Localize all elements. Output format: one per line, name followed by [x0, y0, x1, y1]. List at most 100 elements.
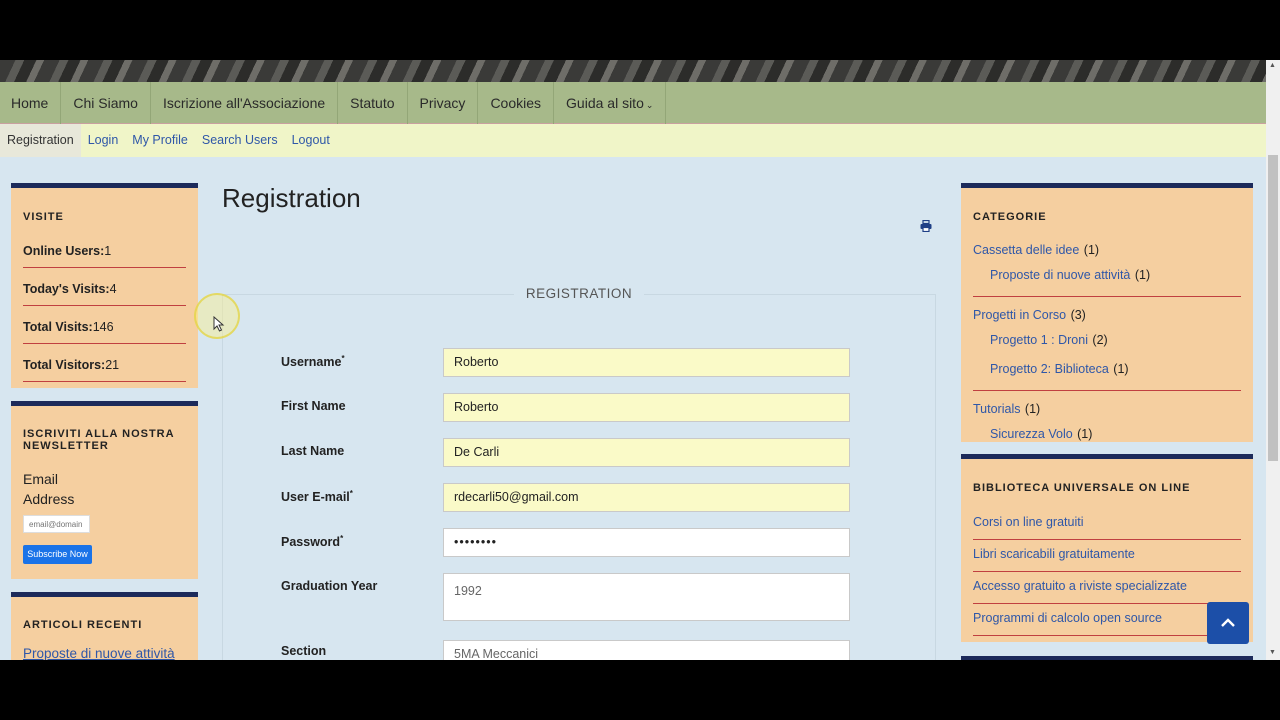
- firstname-field[interactable]: Roberto: [443, 393, 850, 422]
- newsletter-email-label: Email Address: [23, 469, 186, 509]
- category-count: (1): [1134, 268, 1151, 282]
- category-count: (3): [1070, 308, 1086, 322]
- page-viewport: Home Chi Siamo Iscrizione all'Associazio…: [0, 60, 1280, 660]
- gradyear-field[interactable]: 1992: [443, 573, 850, 621]
- nav-statuto[interactable]: Statuto: [338, 82, 408, 124]
- library-link[interactable]: Accesso gratuito a riviste specializzate: [973, 572, 1241, 604]
- library-list: Corsi on line gratuiti Libri scaricabili…: [973, 508, 1241, 636]
- nav-iscrizione[interactable]: Iscrizione all'Associazione: [151, 82, 339, 124]
- scrollbar-thumb[interactable]: [1268, 155, 1278, 461]
- category-item[interactable]: Sicurezza Volo (1): [973, 425, 1241, 456]
- gradyear-label: Graduation Year: [281, 579, 378, 593]
- username-label-text: Username: [281, 355, 342, 370]
- main-navigation: Home Chi Siamo Iscrizione all'Associazio…: [0, 82, 1266, 124]
- category-item[interactable]: Progetti in Corso (3): [973, 297, 1241, 331]
- visits-module: VISITE Online Users:1 Today's Visits:4 T…: [11, 183, 198, 388]
- legend-text: REGISTRATION: [513, 286, 645, 301]
- email-field[interactable]: rdecarli50@gmail.com: [443, 483, 850, 512]
- scroll-down-icon[interactable]: ▼: [1269, 649, 1276, 656]
- library-title: BIBLIOTECA UNIVERSALE ON LINE: [973, 482, 1191, 494]
- stat-total-visitors: Total Visitors:21: [23, 344, 186, 382]
- stat-online-users: Online Users:1: [23, 235, 186, 268]
- required-mark: *: [341, 354, 345, 363]
- password-label: Password*: [281, 534, 343, 549]
- category-item[interactable]: Tutorials (1): [973, 391, 1241, 425]
- nav-home[interactable]: Home: [0, 82, 62, 124]
- print-icon[interactable]: [920, 220, 932, 232]
- subnav-my-profile[interactable]: My Profile: [125, 124, 195, 157]
- library-link[interactable]: Libri scaricabili gratuitamente: [973, 540, 1241, 572]
- stat-label: Online Users:: [23, 244, 105, 258]
- newsletter-module: ISCRIVITI ALLA NOSTRA NEWSLETTER Email A…: [11, 401, 198, 579]
- subnav-login[interactable]: Login: [81, 124, 126, 157]
- nav-guida[interactable]: Guida al sito ⌄: [554, 82, 667, 124]
- back-to-top-button[interactable]: [1207, 602, 1249, 644]
- category-item[interactable]: Progetto 1 : Droni (2): [973, 331, 1241, 360]
- library-link[interactable]: Programmi di calcolo open source: [973, 604, 1241, 636]
- library-link[interactable]: Corsi on line gratuiti: [973, 508, 1241, 540]
- email-label-line1: Email: [23, 471, 59, 487]
- nav-privacy[interactable]: Privacy: [408, 82, 479, 124]
- section-label: Section: [281, 644, 327, 658]
- categories-title: CATEGORIE: [973, 211, 1047, 223]
- visits-title: VISITE: [23, 211, 64, 223]
- category-count: (1): [1024, 402, 1041, 416]
- stat-value: 146: [92, 320, 114, 334]
- category-link[interactable]: Sicurezza Volo: [990, 427, 1073, 441]
- lastname-label: Last Name: [281, 444, 345, 458]
- stat-label: Today's Visits:: [23, 282, 110, 296]
- stat-value: 4: [109, 282, 117, 296]
- category-item[interactable]: Progetto 2: Biblioteca (1): [973, 360, 1241, 391]
- username-label: Username*: [281, 354, 345, 369]
- category-link[interactable]: Proposte di nuove attività: [990, 268, 1130, 282]
- header-banner-image: [0, 60, 1266, 82]
- category-link[interactable]: Progetto 1 : Droni: [990, 333, 1088, 347]
- email-label-line2: Address: [23, 491, 75, 507]
- category-link[interactable]: Tutorials: [973, 402, 1020, 416]
- category-count: (1): [1077, 427, 1093, 441]
- category-count: (1): [1083, 243, 1100, 257]
- recent-article-link[interactable]: Proposte di nuove attività: [23, 646, 186, 660]
- stat-label: Total Visits:: [23, 320, 93, 334]
- recent-articles-module: ARTICOLI RECENTI Proposte di nuove attiv…: [11, 592, 198, 660]
- subnav-logout[interactable]: Logout: [285, 124, 337, 157]
- username-field[interactable]: Roberto: [443, 348, 850, 377]
- nav-chi-siamo[interactable]: Chi Siamo: [61, 82, 151, 124]
- mouse-cursor-icon: [213, 316, 225, 332]
- category-item[interactable]: Proposte di nuove attività (1): [973, 266, 1241, 297]
- category-link[interactable]: Progetti in Corso: [973, 308, 1066, 322]
- firstname-label: First Name: [281, 399, 346, 413]
- required-mark: *: [349, 489, 353, 498]
- category-item[interactable]: Cassetta delle idee (1): [973, 241, 1241, 266]
- password-field[interactable]: ••••••••: [443, 528, 850, 557]
- newsletter-title: ISCRIVITI ALLA NOSTRA NEWSLETTER: [23, 428, 175, 452]
- stat-todays-visits: Today's Visits:4: [23, 268, 186, 306]
- password-label-text: Password: [281, 535, 341, 550]
- stat-value: 21: [105, 358, 120, 372]
- categories-list: Cassetta delle idee (1) Proposte di nuov…: [973, 241, 1241, 456]
- next-module-edge: [961, 656, 1253, 660]
- stat-label: Total Visitors:: [23, 358, 106, 372]
- main-content: Registration REGISTRATION Username* Robe…: [222, 157, 938, 660]
- subnav-search-users[interactable]: Search Users: [195, 124, 285, 157]
- nav-cookies[interactable]: Cookies: [478, 82, 555, 124]
- user-subnav: Registration Login My Profile Search Use…: [0, 124, 1266, 157]
- category-count: (1): [1113, 362, 1129, 376]
- section-field[interactable]: 5MA Meccanici: [443, 640, 850, 660]
- newsletter-email-input[interactable]: [23, 515, 90, 533]
- subnav-registration[interactable]: Registration: [0, 124, 81, 157]
- lastname-field[interactable]: De Carli: [443, 438, 850, 467]
- email-label-text: User E-mail: [281, 490, 350, 505]
- categories-module: CATEGORIE Cassetta delle idee (1) Propos…: [961, 183, 1253, 456]
- subscribe-button[interactable]: Subscribe Now: [23, 545, 92, 564]
- scroll-up-icon[interactable]: ▲: [1269, 62, 1276, 69]
- stat-total-visits: Total Visits:146: [23, 306, 186, 344]
- category-link[interactable]: Progetto 2: Biblioteca: [990, 362, 1109, 376]
- category-count: (2): [1092, 333, 1108, 347]
- registration-legend: REGISTRATION: [222, 285, 936, 303]
- email-label: User E-mail*: [281, 489, 353, 504]
- page-scrollbar[interactable]: ▲ ▼: [1266, 60, 1280, 660]
- chevron-down-icon: ⌄: [645, 100, 654, 110]
- recent-title: ARTICOLI RECENTI: [23, 619, 143, 631]
- category-link[interactable]: Cassetta delle idee: [973, 243, 1079, 257]
